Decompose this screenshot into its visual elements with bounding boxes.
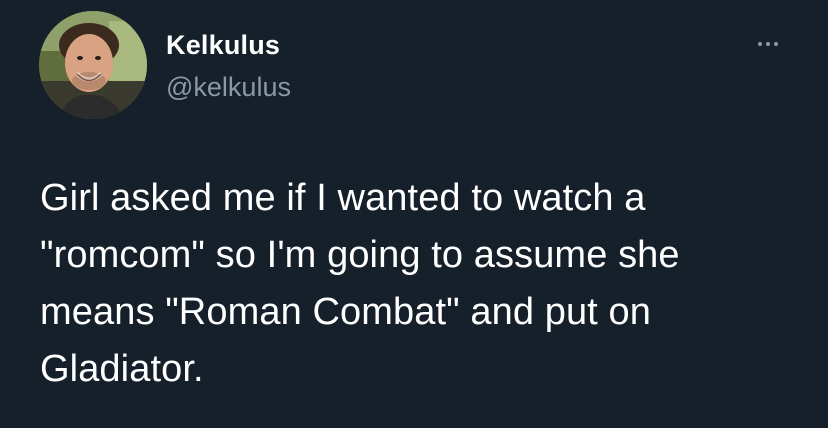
more-horizontal-icon <box>758 42 762 46</box>
more-options-button[interactable] <box>748 34 788 54</box>
tweet-text: Girl asked me if I wanted to watch a "ro… <box>40 177 680 390</box>
display-name[interactable]: Kelkulus <box>166 28 280 62</box>
tweet-card: Kelkulus @kelkulus Girl asked me if I wa… <box>0 0 828 428</box>
profile-photo-icon <box>39 11 147 119</box>
more-horizontal-icon-dot <box>774 42 778 46</box>
avatar[interactable] <box>39 11 147 119</box>
user-handle[interactable]: @kelkulus <box>166 70 291 104</box>
more-horizontal-icon-dot <box>766 42 770 46</box>
